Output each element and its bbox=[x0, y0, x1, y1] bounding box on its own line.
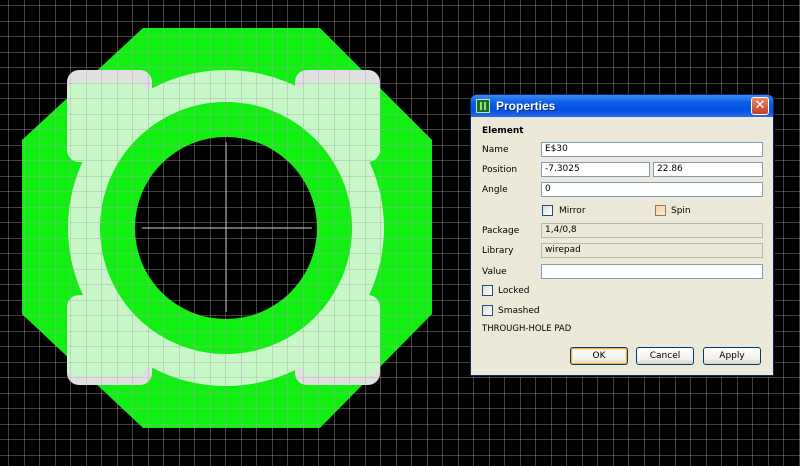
library-label: Library bbox=[482, 246, 514, 256]
cancel-button[interactable]: Cancel bbox=[636, 347, 694, 365]
name-label: Name bbox=[482, 145, 509, 155]
mirror-checkbox[interactable] bbox=[542, 205, 553, 216]
properties-dialog: Properties ✕ Element Name E$30 Position … bbox=[470, 94, 774, 376]
section-label: Element bbox=[482, 126, 524, 136]
close-icon[interactable]: ✕ bbox=[751, 97, 769, 115]
dialog-title: Properties bbox=[496, 99, 556, 113]
apply-button[interactable]: Apply bbox=[703, 347, 761, 365]
library-field: wirepad bbox=[541, 243, 763, 258]
spin-checkbox[interactable] bbox=[655, 205, 666, 216]
dialog-titlebar[interactable]: Properties ✕ bbox=[471, 95, 773, 117]
dialog-body: Element Name E$30 Position -7.3025 22.86… bbox=[471, 117, 773, 375]
package-field: 1,4/0,8 bbox=[541, 223, 763, 238]
eagle-app-icon bbox=[476, 99, 490, 113]
angle-field[interactable]: 0 bbox=[541, 182, 763, 197]
locked-label: Locked bbox=[498, 286, 530, 296]
object-type-text: THROUGH-HOLE PAD bbox=[482, 324, 572, 334]
package-label: Package bbox=[482, 226, 520, 236]
value-label: Value bbox=[482, 267, 507, 277]
ok-button[interactable]: OK bbox=[570, 347, 628, 365]
mirror-label: Mirror bbox=[559, 206, 586, 216]
position-y-field[interactable]: 22.86 bbox=[653, 162, 763, 177]
position-x-field[interactable]: -7.3025 bbox=[541, 162, 650, 177]
locked-checkbox[interactable] bbox=[482, 285, 493, 296]
smashed-checkbox[interactable] bbox=[482, 305, 493, 316]
name-field[interactable]: E$30 bbox=[541, 142, 763, 157]
spin-label: Spin bbox=[671, 206, 691, 216]
angle-label: Angle bbox=[482, 185, 508, 195]
value-field[interactable] bbox=[541, 264, 763, 279]
position-label: Position bbox=[482, 165, 518, 175]
smashed-label: Smashed bbox=[498, 306, 540, 316]
